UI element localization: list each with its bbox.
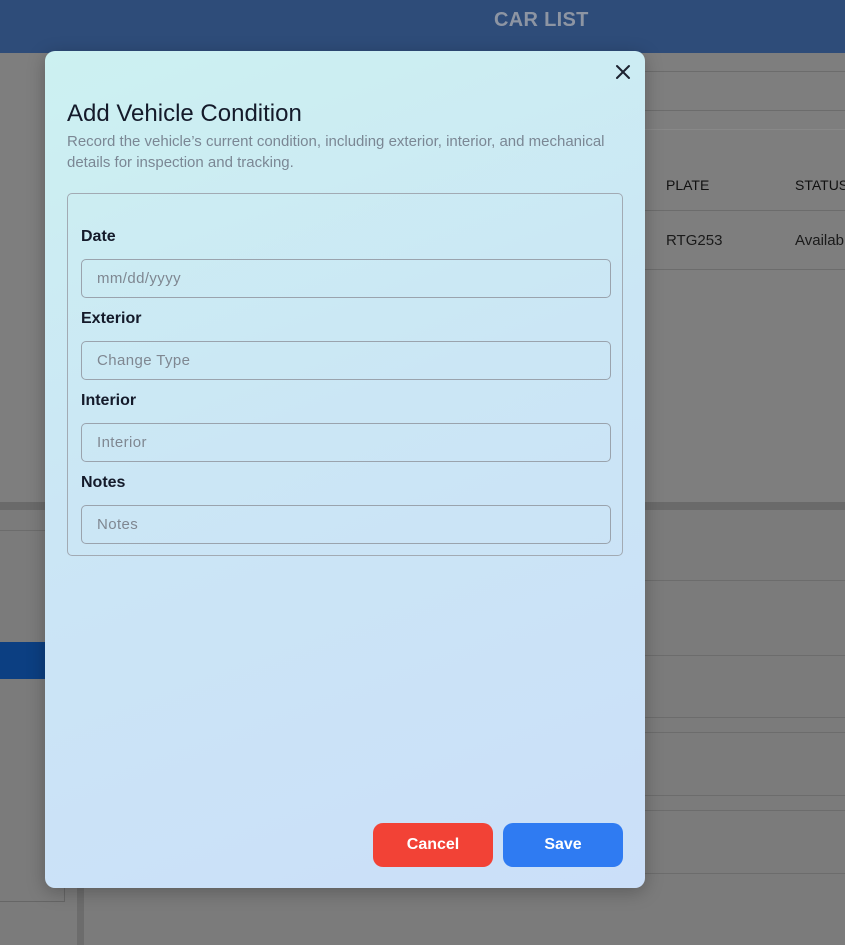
notes-label: Notes (81, 474, 126, 491)
divider (645, 580, 845, 581)
divider (645, 129, 845, 130)
interior-input[interactable] (81, 423, 611, 462)
divider (645, 655, 845, 656)
date-input[interactable] (81, 259, 611, 298)
divider (645, 873, 845, 874)
divider (645, 110, 845, 111)
scroll-divider (77, 880, 84, 945)
table-cell-status: Availab (795, 232, 844, 249)
divider (645, 210, 845, 211)
column-header-plate[interactable]: PLATE (666, 177, 709, 193)
notes-input[interactable] (81, 505, 611, 544)
exterior-label: Exterior (81, 310, 142, 327)
divider (645, 269, 845, 270)
top-app-bar: CAR LIST (0, 0, 845, 53)
divider (645, 795, 845, 796)
cancel-button[interactable]: Cancel (373, 823, 493, 867)
date-label: Date (81, 228, 116, 245)
divider (645, 717, 845, 718)
save-button[interactable]: Save (503, 823, 623, 867)
divider (645, 810, 845, 811)
add-vehicle-condition-dialog: Add Vehicle Condition Record the vehicle… (45, 51, 645, 888)
page-title: CAR LIST (494, 9, 589, 31)
dialog-title: Add Vehicle Condition (67, 100, 302, 127)
table-cell-plate: RTG253 (666, 232, 723, 249)
dialog-description: Record the vehicle’s current condition, … (67, 133, 605, 171)
column-header-status[interactable]: STATUS (795, 177, 845, 193)
interior-label: Interior (81, 392, 137, 409)
divider (645, 71, 845, 72)
exterior-input[interactable] (81, 341, 611, 380)
condition-form: Date Exterior Interior Notes (67, 193, 623, 556)
divider (645, 732, 845, 733)
close-icon[interactable] (613, 62, 633, 82)
divider (0, 530, 45, 531)
